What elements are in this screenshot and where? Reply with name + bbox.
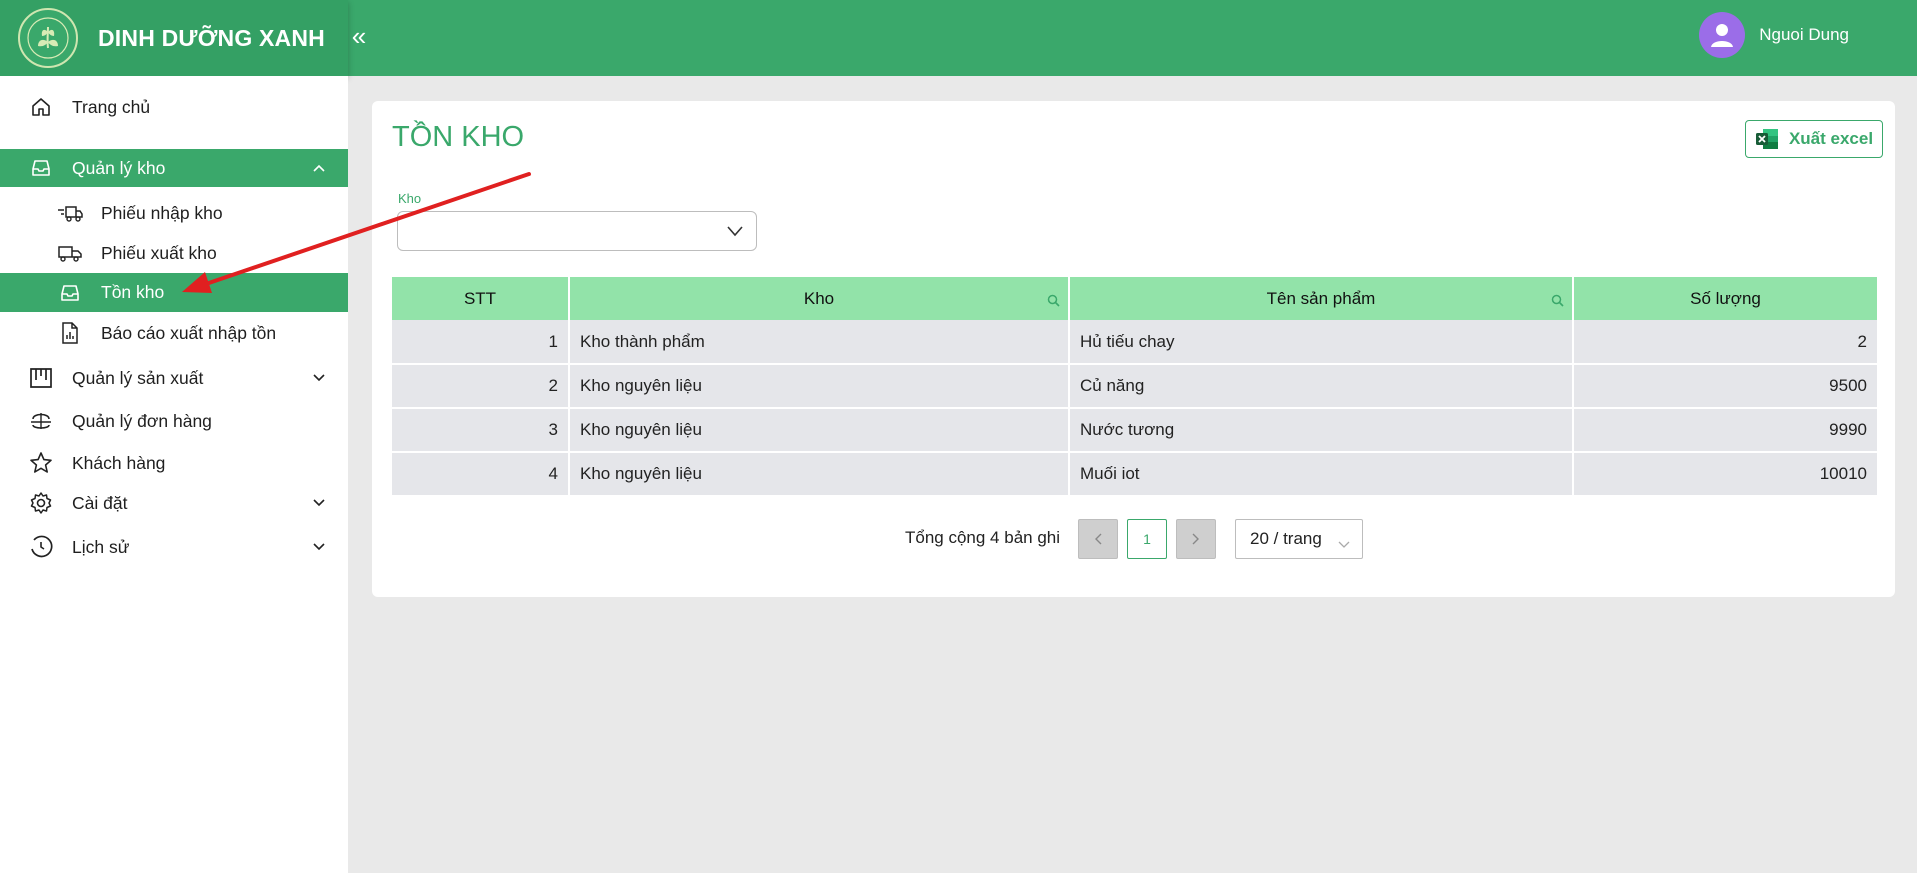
sidebar-item-label: Lịch sử — [72, 536, 130, 557]
inbox-icon — [57, 280, 83, 306]
clock-icon — [28, 534, 54, 560]
sidebar-item-stock[interactable]: Tồn kho — [0, 273, 348, 312]
warehouse-filter-label: Kho — [398, 191, 422, 206]
content-card: TỒN KHO Xuất excel Kho STT Kho Tên sản p… — [372, 101, 1895, 597]
chevron-down-icon — [726, 224, 744, 238]
sidebar-item-goods-issue[interactable]: Phiếu xuất kho — [0, 233, 348, 273]
total-records-text: Tổng cộng 4 bản ghi — [905, 528, 1061, 547]
user-name: Nguoi Dung — [1759, 25, 1849, 44]
sidebar-item-settings[interactable]: Cài đặt — [0, 482, 348, 524]
cell-stt: 4 — [392, 452, 570, 497]
sidebar-item-label: Khách hàng — [72, 452, 166, 473]
user-menu[interactable]: Nguoi Dung — [1699, 12, 1849, 58]
cell-warehouse: Kho nguyên liệu — [569, 364, 1070, 409]
sidebar-item-goods-receipt[interactable]: Phiếu nhập kho — [0, 193, 348, 233]
cell-product-name: Muối iot — [1069, 452, 1574, 497]
sidebar: Trang chủ Quản lý kho Phiếu nhập kho Phi… — [0, 76, 348, 873]
page-1-button[interactable]: 1 — [1127, 519, 1167, 559]
cell-product-name: Củ năng — [1069, 364, 1574, 409]
sidebar-item-customers[interactable]: Khách hàng — [0, 442, 348, 484]
sidebar-item-label: Trang chủ — [72, 96, 151, 117]
factory-icon — [28, 365, 54, 391]
truck-in-icon — [57, 200, 83, 226]
warehouse-select[interactable] — [397, 211, 757, 251]
sidebar-item-inventory-report[interactable]: Báo cáo xuất nhập tồn — [0, 313, 348, 353]
avatar[interactable] — [1699, 12, 1746, 58]
collapse-sidebar-button[interactable]: « — [348, 18, 370, 54]
cell-warehouse: Kho thành phẩm — [569, 320, 1070, 365]
column-header-warehouse: Kho — [569, 277, 1070, 320]
sidebar-item-label: Phiếu xuất kho — [101, 242, 217, 263]
star-icon — [28, 450, 54, 476]
cell-warehouse: Kho nguyên liệu — [569, 408, 1070, 453]
sidebar-item-orders[interactable]: Quản lý đơn hàng — [0, 400, 348, 442]
inbox-icon — [28, 155, 54, 181]
chevron-down-icon — [312, 540, 326, 554]
table-header-row: STT Kho Tên sản phẩm Số lượng — [392, 277, 1877, 320]
orders-icon — [28, 408, 54, 434]
column-header-product-name: Tên sản phẩm — [1069, 277, 1574, 320]
cell-stt: 3 — [392, 408, 570, 453]
cell-product-name: Nước tương — [1069, 408, 1574, 453]
table-row[interactable]: 4 Kho nguyên liệu Muối iot 10010 — [392, 452, 1877, 497]
page-size-value: 20 / trang — [1250, 529, 1322, 548]
sidebar-item-label: Quản lý đơn hàng — [72, 410, 212, 431]
table-row[interactable]: 2 Kho nguyên liệu Củ năng 9500 — [392, 364, 1877, 409]
sidebar-item-production[interactable]: Quản lý sản xuất — [0, 357, 348, 399]
gear-icon — [28, 490, 54, 516]
excel-icon — [1755, 128, 1779, 150]
prev-page-button[interactable] — [1078, 519, 1118, 559]
top-header: DINH DƯỠNG XANH « Nguoi Dung — [0, 0, 1917, 76]
brand-name: DINH DƯỠNG XANH — [98, 24, 325, 51]
chevron-down-icon — [312, 371, 326, 385]
user-icon — [1711, 24, 1734, 47]
logo-icon — [18, 8, 78, 68]
truck-icon — [57, 240, 83, 266]
stock-table: STT Kho Tên sản phẩm Số lượng 1 Kho thàn… — [392, 277, 1877, 497]
next-page-button[interactable] — [1176, 519, 1216, 559]
page-size-select[interactable]: 20 / trang — [1235, 519, 1363, 559]
column-header-quantity: Số lượng — [1573, 277, 1877, 320]
chevron-down-icon — [1338, 534, 1350, 548]
sidebar-item-label: Quản lý kho — [72, 157, 166, 178]
page-title: TỒN KHO — [392, 121, 525, 153]
chevron-up-icon — [312, 161, 326, 175]
chevron-left-icon — [1095, 533, 1102, 545]
cell-warehouse: Kho nguyên liệu — [569, 452, 1070, 497]
home-icon — [28, 94, 54, 120]
sidebar-item-label: Tồn kho — [101, 282, 165, 302]
cell-quantity: 9990 — [1573, 408, 1877, 453]
cell-stt: 2 — [392, 364, 570, 409]
cell-stt: 1 — [392, 320, 570, 365]
sidebar-item-label: Phiếu nhập kho — [101, 202, 223, 223]
pagination: Tổng cộng 4 bản ghi 1 20 / trang — [372, 519, 1895, 559]
column-header-stt: STT — [392, 277, 570, 320]
sidebar-item-inventory-management[interactable]: Quản lý kho — [0, 149, 348, 187]
report-icon — [57, 320, 83, 346]
search-icon[interactable] — [1551, 292, 1564, 307]
export-excel-button[interactable]: Xuất excel — [1745, 120, 1883, 158]
sidebar-item-label: Báo cáo xuất nhập tồn — [101, 322, 277, 343]
search-icon[interactable] — [1047, 292, 1060, 307]
cell-quantity: 10010 — [1573, 452, 1877, 497]
brand-area: DINH DƯỠNG XANH — [0, 0, 348, 76]
sidebar-item-history[interactable]: Lịch sử — [0, 525, 348, 569]
sidebar-item-home[interactable]: Trang chủ — [0, 90, 348, 124]
cell-quantity: 2 — [1573, 320, 1877, 365]
sidebar-item-label: Quản lý sản xuất — [72, 367, 204, 388]
table-row[interactable]: 3 Kho nguyên liệu Nước tương 9990 — [392, 408, 1877, 453]
chevron-right-icon — [1192, 533, 1199, 545]
export-excel-label: Xuất excel — [1788, 129, 1874, 148]
chevron-down-icon — [312, 496, 326, 510]
cell-quantity: 9500 — [1573, 364, 1877, 409]
cell-product-name: Hủ tiếu chay — [1069, 320, 1574, 365]
table-row[interactable]: 1 Kho thành phẩm Hủ tiếu chay 2 — [392, 320, 1877, 365]
sidebar-item-label: Cài đặt — [72, 492, 128, 513]
